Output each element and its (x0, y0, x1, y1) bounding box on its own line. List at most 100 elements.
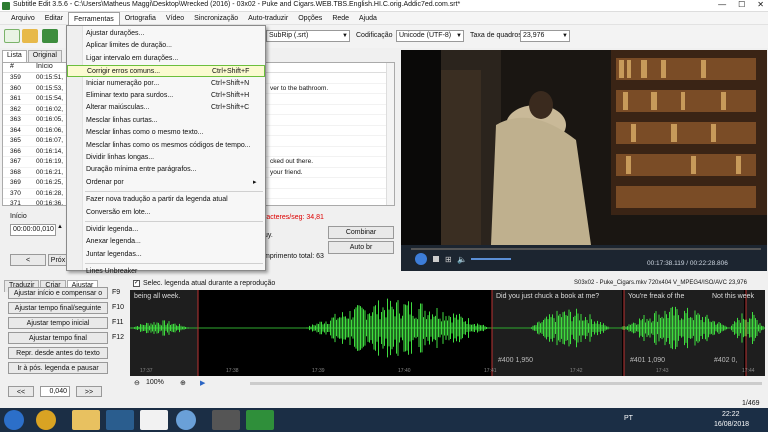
minimize-button[interactable]: — (718, 0, 726, 9)
menu-item[interactable]: Aplicar limites de duração... (67, 40, 265, 52)
menu-editar[interactable]: Editar (40, 12, 68, 25)
adjust-button[interactable]: Ajustar tempo inicial (8, 317, 108, 329)
zoom-out-icon[interactable]: ⊖ (134, 379, 140, 387)
adjust-button[interactable]: Ajustar tempo final/seguinte (8, 302, 108, 314)
menu-item[interactable]: Conversão em lote... (67, 207, 265, 219)
menu-ferramentas[interactable]: Ferramentas (68, 11, 120, 25)
col-start-header[interactable]: Início (30, 63, 70, 72)
step-next-button[interactable]: >> (76, 386, 102, 397)
menu-ajuda[interactable]: Ajuda (354, 12, 382, 25)
terminal-icon[interactable] (106, 410, 134, 430)
menu-ortografia[interactable]: Ortografia (120, 12, 161, 25)
menu-video[interactable]: Vídeo (161, 12, 189, 25)
menu-item[interactable]: Alterar maiúsculas... Ctrl+Shift+C (67, 102, 265, 114)
chrome-icon[interactable] (36, 410, 56, 430)
adjust-button[interactable]: Repr. desde antes do texto (8, 347, 108, 359)
menu-opcoes[interactable]: Opções (293, 12, 327, 25)
file-explorer-icon[interactable] (72, 410, 100, 430)
subtitle-edit-task-icon[interactable] (212, 410, 240, 430)
menu-rede[interactable]: Rede (327, 12, 354, 25)
menu-item-label: Anexar legenda... (86, 238, 141, 246)
tab-lista[interactable]: Lista (2, 50, 27, 62)
open-folder-icon[interactable] (22, 29, 38, 43)
start-time-input[interactable]: 00:00:00,010 (10, 224, 56, 236)
menu-item[interactable]: Dividir legenda... (67, 224, 265, 236)
cell-start: 00:16:02, (36, 105, 64, 113)
menu-item[interactable]: Ordenar por ▸ (67, 177, 265, 189)
video-controls: ⊞ 🔈 00:17:38.119 / 00:22:28.806 (401, 245, 767, 271)
menu-item[interactable]: Mesclar linhas curtas... (67, 115, 265, 127)
adjust-button[interactable]: Ajustar início e compensar o (8, 287, 108, 299)
camtasia-icon[interactable] (246, 410, 274, 430)
menu-item-label: Corrigir erros comuns... (87, 68, 161, 76)
waveform-position-slider[interactable] (250, 382, 762, 385)
time-tick: 17:39 (312, 368, 325, 374)
time-tick: 17:40 (398, 368, 411, 374)
select-current-checkbox[interactable]: ✓ (133, 280, 140, 287)
waveform[interactable]: being all week. Did you just chuck a book… (130, 290, 765, 376)
cell-num: 365 (10, 137, 21, 144)
save-icon[interactable] (42, 29, 58, 43)
start-label: Início (10, 213, 27, 220)
menu-item[interactable]: Juntar legendas... (67, 249, 265, 261)
stop-icon[interactable] (433, 256, 439, 262)
menu-auto-traduzir[interactable]: Auto-traduzir (243, 12, 293, 25)
auto-br-button[interactable]: Auto br (328, 241, 394, 254)
menu-item[interactable]: Dividir linhas longas... (67, 152, 265, 164)
volume-icon[interactable]: 🔈 (457, 255, 467, 264)
menu-item[interactable]: Fazer nova tradução a partir da legenda … (67, 194, 265, 206)
qbittorrent-icon[interactable] (176, 410, 196, 430)
tab-original[interactable]: Original (27, 50, 62, 62)
menu-sincronizacao[interactable]: Sincronização (189, 12, 243, 25)
step-prev-button[interactable]: << (8, 386, 34, 397)
spin-icon[interactable]: ▲ (57, 224, 63, 230)
menu-item-label: Lines Unbreaker (86, 268, 138, 276)
menu-item[interactable]: Ligar intervalo em durações... (67, 53, 265, 65)
title-bar: Subtitle Edit 3.5.6 - C:\Users\Matheus M… (0, 0, 768, 12)
zoom-in-icon[interactable]: ⊕ (180, 379, 186, 387)
menu-item[interactable]: Anexar legenda... (67, 236, 265, 248)
format-select[interactable]: SubRip (.srt) ▼ (266, 30, 350, 42)
menu-item[interactable]: Corrigir erros comuns... Ctrl+Shift+F (67, 65, 265, 78)
combine-button[interactable]: Combinar (328, 226, 394, 239)
framerate-select[interactable]: 23,976 ▼ (520, 30, 570, 42)
menu-arquivo[interactable]: Arquivo (6, 12, 40, 25)
step-input[interactable]: 0,040 (40, 386, 70, 397)
volume-slider[interactable] (471, 258, 511, 260)
menu-item[interactable]: Ajustar durações... (67, 28, 265, 40)
menu-item[interactable]: Mesclar linhas como o mesmo texto... (67, 127, 265, 139)
input-language[interactable]: PT (624, 415, 633, 422)
clock-date[interactable]: 16/08/2018 (714, 421, 749, 428)
zoom-level[interactable]: 100% (146, 379, 164, 386)
list-scrollbar[interactable] (386, 63, 394, 205)
encoding-select[interactable]: Unicode (UTF-8) ▼ (396, 30, 464, 42)
play-wave-icon[interactable]: ▶ (200, 379, 205, 387)
seek-bar[interactable] (411, 248, 761, 250)
play-icon[interactable] (415, 253, 427, 265)
adjust-button[interactable]: Ajustar tempo final (8, 332, 108, 344)
fullscreen-icon[interactable]: ⊞ (445, 255, 452, 264)
clock-time[interactable]: 22:22 (722, 411, 740, 418)
menu-item-shortcut: ▸ (253, 178, 257, 186)
segment-text: Did you just chuck a book at me? (496, 293, 599, 300)
cell-start: 00:16:36, (36, 200, 64, 206)
next-button[interactable]: Próx (48, 254, 68, 266)
video-player[interactable] (401, 50, 767, 245)
cell-start: 00:15:54, (36, 95, 64, 102)
menu-item-label: Fazer nova tradução a partir da legenda … (86, 196, 228, 204)
cell-num: 364 (10, 126, 21, 134)
close-button[interactable]: ✕ (757, 0, 764, 9)
new-file-icon[interactable] (4, 29, 20, 43)
menu-item[interactable]: Duração mínima entre parágrafos... (67, 164, 265, 176)
windows-start-icon[interactable] (4, 410, 24, 430)
menu-item[interactable]: Lines Unbreaker (67, 266, 265, 278)
waveform-canvas[interactable]: being all week. Did you just chuck a book… (130, 290, 765, 376)
prev-button[interactable]: < (10, 254, 46, 266)
menu-item[interactable]: Mesclar linhas como os mesmos códigos de… (67, 140, 265, 152)
adjust-button[interactable]: Ir à pós. legenda e pausar (8, 362, 108, 374)
col-num-header[interactable]: # (3, 63, 30, 72)
maximize-button[interactable]: ☐ (738, 0, 745, 9)
menu-item[interactable]: Iniciar numeração por... Ctrl+Shift+N (67, 78, 265, 90)
notepad-icon[interactable] (140, 410, 168, 430)
menu-item[interactable]: Eliminar texto para surdos... Ctrl+Shift+… (67, 90, 265, 102)
